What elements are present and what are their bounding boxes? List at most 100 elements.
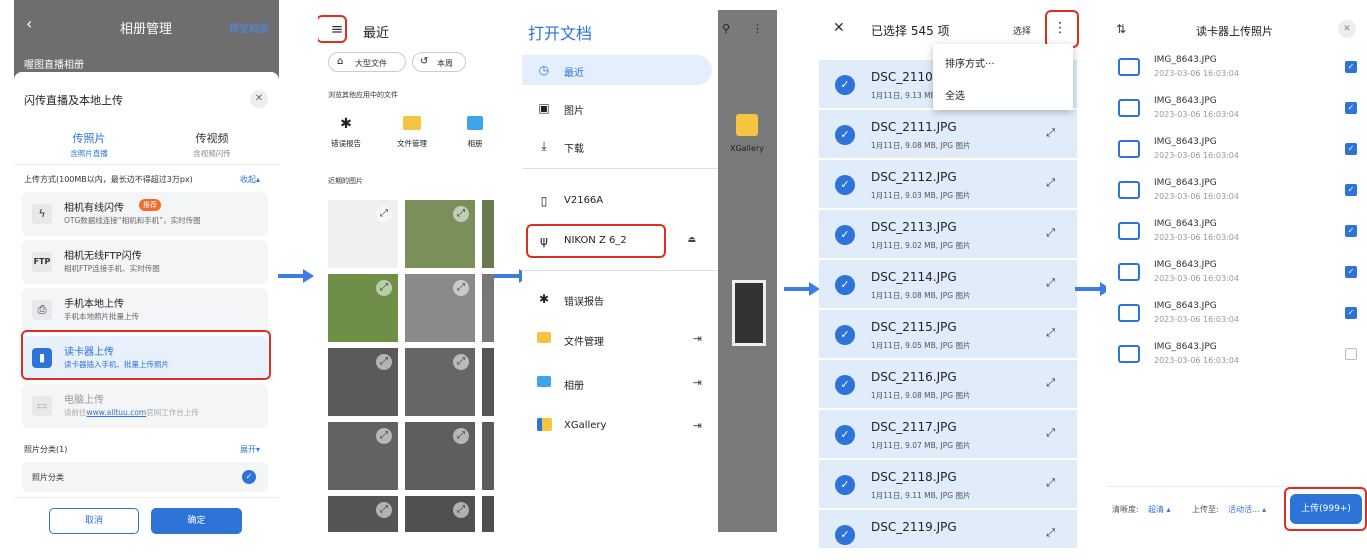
nav-file-manager[interactable]: 文件管理 ⇥	[522, 324, 712, 354]
nav-images[interactable]: ▣ 图片	[522, 93, 712, 123]
file-row[interactable]: ✓ DSC_2116.JPG 1月11日, 9.08 MB, JPG 图片 ⤢	[819, 360, 1077, 409]
close-icon[interactable]: ✕	[250, 90, 268, 108]
nav-bug-report[interactable]: ✱ 错误报告	[522, 284, 712, 314]
image-row[interactable]: IMG_8643.JPG 2023-03-06 16:03:04 ✓	[1114, 93, 1359, 129]
check-icon[interactable]: ✓	[835, 375, 855, 395]
check-icon[interactable]: ✓	[835, 525, 855, 545]
image-thumb[interactable]: ⤢	[405, 496, 475, 532]
expand-icon[interactable]: ⤢	[1046, 376, 1055, 390]
checkbox[interactable]: ✓	[1345, 307, 1357, 319]
sort-icon[interactable]: ⇅	[1116, 22, 1126, 36]
check-icon[interactable]: ✓	[835, 425, 855, 445]
image-row[interactable]: IMG_8643.JPG 2023-03-06 16:03:04 ✓	[1114, 52, 1359, 88]
clarity-select[interactable]: 超清 ▴	[1148, 504, 1171, 515]
check-icon[interactable]: ✓	[835, 475, 855, 495]
checkbox[interactable]	[1345, 348, 1357, 360]
image-thumb[interactable]	[482, 200, 494, 268]
close-icon[interactable]: ✕	[1338, 20, 1356, 38]
image-thumb[interactable]: ⤢	[328, 274, 398, 342]
check-icon[interactable]: ✓	[835, 75, 855, 95]
checkbox[interactable]: ✓	[1345, 225, 1357, 237]
image-row[interactable]: IMG_8643.JPG 2023-03-06 16:03:04	[1114, 339, 1359, 375]
image-thumb[interactable]: ⤢	[328, 496, 398, 532]
upload-to-select[interactable]: 活动活... ▴	[1228, 504, 1266, 515]
open-external-icon[interactable]: ⇥	[693, 376, 702, 389]
expand-icon[interactable]: ⤢	[1046, 276, 1055, 290]
file-row[interactable]: ✓ DSC_2115.JPG 1月11日, 9.05 MB, JPG 图片 ⤢	[819, 310, 1077, 359]
menu-item-select-all[interactable]: 全选	[945, 87, 965, 102]
image-thumb[interactable]: ⤢	[405, 274, 475, 342]
image-thumb[interactable]: ⤢	[405, 200, 475, 268]
file-row[interactable]: ✓ DSC_2119.JPG ⤢	[819, 510, 1077, 548]
image-row[interactable]: IMG_8643.JPG 2023-03-06 16:03:04 ✓	[1114, 134, 1359, 170]
checkbox[interactable]: ✓	[1345, 184, 1357, 196]
image-row[interactable]: IMG_8643.JPG 2023-03-06 16:03:04 ✓	[1114, 298, 1359, 334]
file-row[interactable]: ✓ DSC_2114.JPG 1月11日, 9.08 MB, JPG 图片 ⤢	[819, 260, 1077, 309]
file-row[interactable]: ✓ DSC_2112.JPG 1月11日, 9.03 MB, JPG 图片 ⤢	[819, 160, 1077, 209]
eject-icon[interactable]: ⏏	[687, 235, 696, 245]
preview-album-link[interactable]: 预览相册	[229, 20, 269, 35]
chip-this-week[interactable]: ↺ 本周	[412, 52, 466, 72]
image-thumb[interactable]	[482, 348, 494, 416]
nav-recent[interactable]: ◷ 最近	[522, 55, 712, 85]
image-row[interactable]: IMG_8643.JPG 2023-03-06 16:03:04 ✓	[1114, 216, 1359, 252]
image-thumb[interactable]	[482, 274, 494, 342]
expand-icon[interactable]: ⤢	[1046, 126, 1055, 140]
method-wired[interactable]: ϟ 相机有线闪传 推荐 OTG数据线连接“相机和手机”，实时传图	[22, 192, 268, 236]
image-row[interactable]: IMG_8643.JPG 2023-03-06 16:03:04 ✓	[1114, 257, 1359, 293]
checkbox[interactable]: ✓	[1345, 102, 1357, 114]
collapse-link[interactable]: 收起▴	[240, 174, 260, 185]
tab-video[interactable]: 传视频 含视频闪传	[177, 130, 247, 159]
image-thumb[interactable]: ⤢	[405, 348, 475, 416]
file-row[interactable]: ✓ DSC_2118.JPG 1月11日, 9.11 MB, JPG 图片 ⤢	[819, 460, 1077, 509]
open-external-icon[interactable]: ⇥	[693, 332, 702, 345]
confirm-button[interactable]: 确定	[151, 508, 242, 534]
image-row[interactable]: IMG_8643.JPG 2023-03-06 16:03:04 ✓	[1114, 175, 1359, 211]
image-thumb[interactable]: ⤢	[328, 348, 398, 416]
image-thumb[interactable]: ⤢	[328, 200, 398, 268]
nav-xgallery[interactable]: XGallery ⇥	[522, 411, 712, 441]
alltuu-link[interactable]: www.alltuu.com	[87, 408, 147, 417]
expand-icon[interactable]: ⤢	[1046, 226, 1055, 240]
app-bug-report[interactable]: ✱ 错误报告	[326, 116, 366, 149]
check-icon[interactable]: ✓	[835, 325, 855, 345]
method-computer[interactable]: ▭ 电脑上传 请前往www.alltuu.com官网工作台上传	[22, 384, 268, 428]
method-phone-local[interactable]: ⎙ 手机本地上传 手机本地照片批量上传	[22, 288, 268, 332]
select-button[interactable]: 选择	[1013, 24, 1031, 37]
check-icon[interactable]: ✓	[835, 175, 855, 195]
open-external-icon[interactable]: ⇥	[693, 419, 702, 432]
file-row[interactable]: ✓ DSC_2113.JPG 1月11日, 9.02 MB, JPG 图片 ⤢	[819, 210, 1077, 259]
expand-icon[interactable]: ⤢	[1046, 426, 1055, 440]
nav-gallery[interactable]: 相册 ⇥	[522, 368, 712, 398]
checkbox[interactable]: ✓	[1345, 61, 1357, 73]
expand-link[interactable]: 展开▾	[240, 444, 260, 455]
check-icon[interactable]: ✓	[835, 125, 855, 145]
check-icon[interactable]: ✓	[835, 225, 855, 245]
close-icon[interactable]: ✕	[833, 20, 845, 36]
expand-icon[interactable]: ⤢	[1046, 476, 1055, 490]
image-thumb[interactable]: ⤢	[328, 422, 398, 490]
method-ftp[interactable]: FTP 相机无线FTP闪传 相机FTP连接手机、实时传图	[22, 240, 268, 284]
checkbox[interactable]: ✓	[1345, 266, 1357, 278]
app-file-manager[interactable]: 文件管理	[390, 116, 434, 149]
checkbox[interactable]: ✓	[1345, 143, 1357, 155]
nav-device-v2166a[interactable]: ▯ V2166A	[522, 186, 712, 216]
expand-icon[interactable]: ⤢	[1046, 326, 1055, 340]
image-thumb[interactable]	[482, 496, 494, 532]
expand-icon[interactable]: ⤢	[1046, 526, 1055, 540]
dimmed-background[interactable]: ⚲ ⋮ XGallery	[718, 10, 777, 532]
cancel-button[interactable]: 取消	[49, 508, 139, 534]
nav-downloads[interactable]: ⤓ 下载	[522, 131, 712, 161]
classify-item[interactable]: 照片分类 ✓	[22, 462, 268, 492]
chevron-left-icon[interactable]: ‹	[26, 14, 32, 33]
image-thumb[interactable]: ⤢	[405, 422, 475, 490]
menu-item-sort[interactable]: 排序方式···	[945, 55, 995, 70]
expand-icon[interactable]: ⤢	[1046, 176, 1055, 190]
check-icon[interactable]: ✓	[835, 275, 855, 295]
app-gallery[interactable]: 相册	[460, 116, 490, 149]
image-thumb[interactable]	[482, 422, 494, 490]
file-row[interactable]: ✓ DSC_2117.JPG 1月11日, 9.07 MB, JPG 图片 ⤢	[819, 410, 1077, 459]
chip-large-files[interactable]: ⌂ 大型文件	[328, 52, 406, 72]
tab-photo[interactable]: 传照片 含照片直播	[54, 130, 124, 159]
file-row[interactable]: ✓ DSC_2111.JPG 1月11日, 9.08 MB, JPG 图片 ⤢	[819, 110, 1077, 159]
